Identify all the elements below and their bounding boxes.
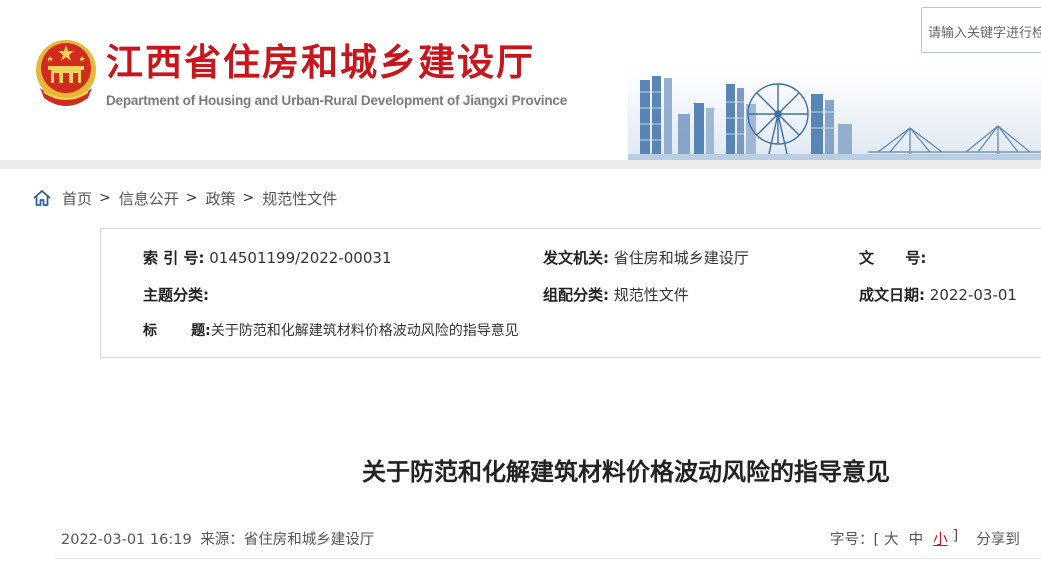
breadcrumb-separator: > (185, 190, 198, 206)
share-button[interactable]: 分享到 (976, 528, 1020, 549)
header-divider (0, 160, 1041, 169)
category-value: 规范性文件 (613, 286, 689, 304)
info-issuer: 发文机关: 省住房和城乡建设厅 (543, 247, 749, 268)
date-label: 成文日期: (859, 286, 925, 304)
home-icon[interactable] (32, 188, 52, 208)
source-label: 来源： (200, 532, 244, 548)
breadcrumb-info-public[interactable]: 信息公开 (119, 188, 179, 209)
meta-divider (55, 558, 1041, 559)
info-date: 成文日期: 2022-03-01 (859, 284, 1017, 305)
info-docno: 文 号: (859, 247, 926, 268)
docno-label: 文 号: (859, 249, 927, 267)
article-tools: 字号：[ 大 中 小 ] 分享到 (830, 528, 1020, 549)
date-value: 2022-03-01 (929, 286, 1017, 304)
index-label: 索 引 号: (143, 249, 205, 267)
info-category: 组配分类: 规范性文件 (543, 284, 689, 305)
title-label: 标 题: (143, 323, 211, 339)
fontsize-small-button[interactable]: 小 (933, 528, 948, 549)
search-input[interactable]: 请输入关键字进行检索 (921, 7, 1041, 53)
category-label: 组配分类: (543, 286, 609, 304)
fontsize-label: 字号：[ (830, 532, 880, 548)
info-title: 标 题:关于防范和化解建筑材料价格波动风险的指导意见 (143, 320, 519, 340)
index-value: 014501199/2022-00031 (209, 249, 392, 267)
issuer-value: 省住房和城乡建设厅 (613, 249, 749, 267)
breadcrumb-policy[interactable]: 政策 (206, 188, 236, 209)
title-value: 关于防范和化解建筑材料价格波动风险的指导意见 (210, 323, 519, 339)
source-value: 省住房和城乡建设厅 (243, 532, 375, 548)
article-title: 关于防范和化解建筑材料价格波动风险的指导意见 (362, 458, 890, 486)
info-index: 索 引 号: 014501199/2022-00031 (143, 247, 391, 268)
site-title: 江西省住房和城乡建设厅 (106, 41, 535, 84)
breadcrumb-home[interactable]: 首页 (62, 188, 92, 209)
breadcrumb: 首页 > 信息公开 > 政策 > 规范性文件 (32, 186, 337, 210)
site-subtitle: Department of Housing and Urban-Rural De… (106, 93, 568, 108)
city-skyline-image (628, 68, 1041, 160)
breadcrumb-separator: > (99, 190, 111, 206)
document-info-table: 索 引 号: 014501199/2022-00031 发文机关: 省住房和城乡… (100, 228, 1041, 358)
issuer-label: 发文机关: (543, 249, 609, 267)
topic-label: 主题分类: (143, 286, 209, 304)
article-meta: 2022-03-01 16:19 来源：省住房和城乡建设厅 (61, 528, 378, 549)
fontsize-large-button[interactable]: 大 (884, 528, 899, 549)
publish-datetime: 2022-03-01 16:19 (61, 532, 192, 548)
national-emblem-icon (36, 40, 96, 106)
fontsize-medium-button[interactable]: 中 (909, 528, 924, 549)
site-header: 江西省住房和城乡建设厅 Department of Housing and Ur… (0, 0, 1041, 160)
breadcrumb-normative-docs[interactable]: 规范性文件 (262, 188, 337, 209)
breadcrumb-separator: > (242, 190, 255, 206)
fontsize-close-bracket: ] (952, 528, 959, 544)
info-topic: 主题分类: (143, 284, 209, 305)
